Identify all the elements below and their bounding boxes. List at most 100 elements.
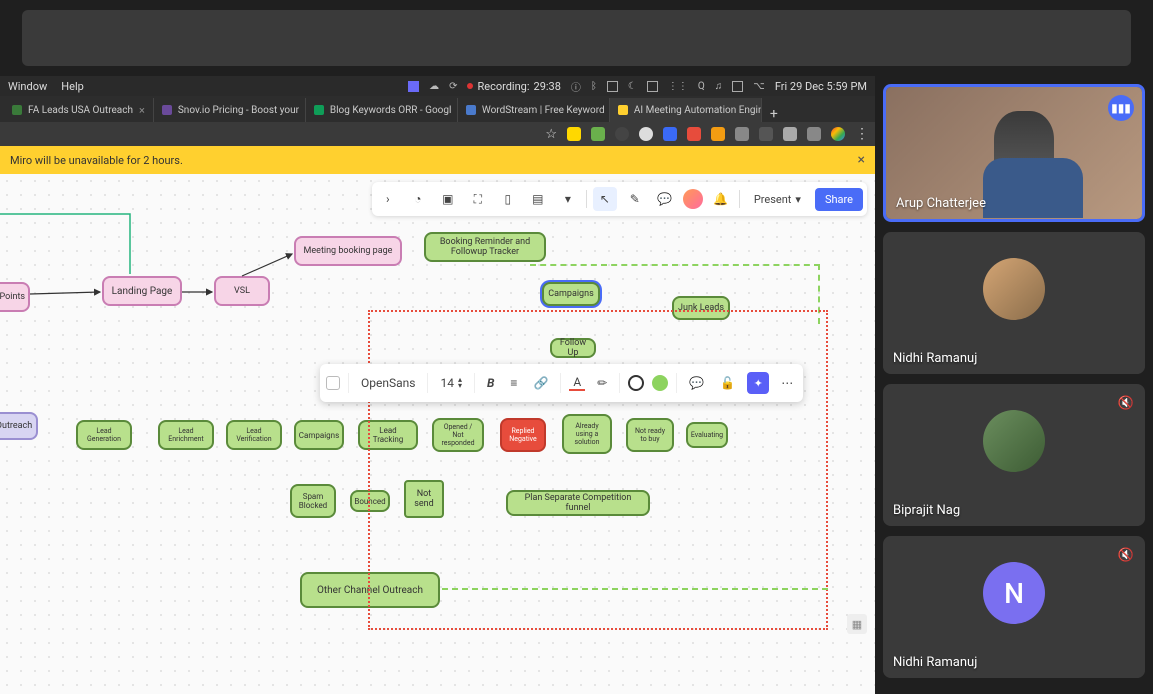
node-booking-reminder[interactable]: Booking Reminder and Followup Tracker — [424, 232, 546, 262]
node-vsl[interactable]: VSL — [214, 276, 270, 306]
ext-icon[interactable] — [759, 127, 773, 141]
user-avatar[interactable] — [683, 189, 703, 209]
ext-icon[interactable] — [783, 127, 797, 141]
screen-share-view: Window Help ☁ ⟳ Recording: 29:38 ⓘ ᛒ ☾ ⋮… — [0, 76, 875, 694]
map-toggle[interactable]: ▦ — [847, 614, 867, 634]
bell-icon[interactable]: 🔔 — [709, 187, 733, 211]
font-size[interactable]: 14 ▴▾ — [436, 376, 466, 390]
node-lead-gen[interactable]: Lead Generation — [76, 420, 132, 450]
tab-label: Blog Keywords ORR - Googl — [330, 105, 452, 116]
participant-tile[interactable]: 🔇 Biprajit Nag — [883, 384, 1145, 526]
ext-icon[interactable] — [591, 127, 605, 141]
bluetooth-icon[interactable]: ᛒ — [591, 81, 597, 92]
participant-name: Biprajit Nag — [883, 495, 1145, 526]
participant-name: Nidhi Ramanuj — [883, 343, 1145, 374]
timer-icon[interactable]: ◔ — [406, 187, 430, 211]
tab-ai-meeting[interactable]: AI Meeting Automation Engin× — [610, 98, 762, 122]
favicon-icon — [466, 105, 476, 115]
comment-icon[interactable]: 💬 — [653, 187, 677, 211]
participant-tile[interactable]: Nidhi Ramanuj — [883, 232, 1145, 374]
ext-icon[interactable] — [711, 127, 725, 141]
tab-snov[interactable]: Snov.io Pricing - Boost your× — [154, 98, 306, 122]
ext-icon[interactable] — [639, 127, 653, 141]
ext-icon[interactable] — [615, 127, 629, 141]
ext-icon[interactable] — [663, 127, 677, 141]
cursor-icon[interactable]: ↖ — [593, 187, 617, 211]
bold-icon[interactable]: B — [483, 376, 498, 390]
search-icon[interactable]: Q — [698, 81, 705, 92]
comment-icon[interactable]: 💬 — [685, 376, 708, 390]
node-spam-blocked[interactable]: Spam Blocked — [290, 484, 336, 518]
menu-icon[interactable] — [607, 81, 618, 92]
tab-blog-keywords[interactable]: Blog Keywords ORR - Googl× — [306, 98, 458, 122]
node-landing-page[interactable]: Landing Page — [102, 276, 182, 306]
note-icon[interactable]: ▤ — [526, 187, 550, 211]
display-icon[interactable] — [647, 81, 658, 92]
align-icon[interactable]: ≡ — [506, 376, 521, 390]
node-campaigns[interactable]: Campaigns — [294, 420, 344, 450]
miro-canvas[interactable]: › ◔ ▣ ⛶ ▯ ▤ ▾ ↖ ✎ 💬 🔔 Present ▾ Share — [0, 174, 875, 694]
datetime[interactable]: Fri 29 Dec 5:59 PM — [775, 80, 867, 93]
node-meeting-booking[interactable]: Meeting booking page — [294, 236, 402, 266]
lock-icon[interactable]: 🔓 — [716, 376, 739, 390]
doc-icon[interactable]: ▯ — [496, 187, 520, 211]
participant-tile-active[interactable]: ▮▮▮ Arup Chatterjee — [883, 84, 1145, 222]
avatar-icon[interactable] — [831, 127, 845, 141]
avatar — [983, 258, 1045, 320]
sync-icon[interactable]: ⟳ — [449, 81, 457, 92]
node-lead-enrich[interactable]: Lead Enrichment — [158, 420, 214, 450]
more-icon[interactable]: ⋯ — [777, 376, 797, 390]
tab-fa-leads[interactable]: FA Leads USA Outreach× — [4, 98, 154, 122]
node-outreach[interactable]: Outreach — [0, 412, 38, 440]
new-tab-button[interactable]: + — [762, 106, 786, 122]
link-icon[interactable]: 🔗 — [529, 376, 552, 390]
menu-window[interactable]: Window — [8, 80, 47, 93]
control-icon[interactable]: ⌥ — [753, 81, 765, 92]
ext-icon[interactable] — [807, 127, 821, 141]
menu-icon[interactable]: ⋮ — [855, 126, 869, 142]
highlight-icon[interactable]: ✏ — [593, 376, 611, 390]
menu-help[interactable]: Help — [61, 80, 84, 93]
headphone-icon[interactable]: ♫ — [715, 81, 723, 92]
cloud-icon[interactable]: ☁ — [429, 81, 439, 92]
speaking-icon: ▮▮▮ — [1108, 95, 1134, 121]
main-area: Window Help ☁ ⟳ Recording: 29:38 ⓘ ᛒ ☾ ⋮… — [0, 76, 1153, 694]
record-dot-icon — [467, 83, 473, 89]
participant-tile[interactable]: 🔇 N Nidhi Ramanuj — [883, 536, 1145, 678]
node-touchpoints[interactable]: achPoints — [0, 282, 30, 312]
present-button[interactable]: Present ▾ — [746, 193, 809, 206]
tab-wordstream[interactable]: WordStream | Free Keyword× — [458, 98, 610, 122]
recording-badge[interactable]: Recording: 29:38 — [467, 80, 560, 93]
checkbox-icon[interactable] — [326, 376, 340, 390]
stepper-icon[interactable]: ▴▾ — [458, 377, 462, 388]
battery-icon[interactable] — [732, 81, 743, 92]
fill-color[interactable] — [652, 375, 668, 391]
mute-icon: 🔇 — [1115, 392, 1137, 414]
share-button[interactable]: Share — [815, 188, 863, 211]
border-color[interactable] — [628, 375, 644, 391]
ai-button[interactable]: ✦ — [747, 372, 769, 394]
favicon-icon — [618, 105, 628, 115]
fullscreen-icon[interactable]: ⛶ — [466, 187, 490, 211]
ext-icon[interactable] — [735, 127, 749, 141]
expand-icon[interactable]: › — [376, 187, 400, 211]
wifi-icon[interactable]: ⋮⋮ — [668, 81, 688, 92]
font-select[interactable]: OpenSans — [357, 376, 419, 390]
favicon-icon — [12, 105, 22, 115]
recording-label: Recording: — [477, 80, 529, 93]
star-icon[interactable]: ☆ — [545, 127, 557, 142]
favicon-icon — [162, 105, 172, 115]
close-icon[interactable]: × — [858, 152, 865, 168]
ext-icon[interactable] — [567, 127, 581, 141]
close-icon[interactable]: × — [139, 104, 145, 117]
tray-icon[interactable] — [408, 81, 419, 92]
chevron-down-icon[interactable]: ▾ — [556, 187, 580, 211]
pen-icon[interactable]: ✎ — [623, 187, 647, 211]
frame-icon[interactable]: ▣ — [436, 187, 460, 211]
ext-icon[interactable] — [687, 127, 701, 141]
tab-label: WordStream | Free Keyword — [482, 105, 605, 116]
node-lead-verif[interactable]: Lead Verification — [226, 420, 282, 450]
moon-icon[interactable]: ☾ — [628, 81, 637, 92]
info-icon[interactable]: ⓘ — [571, 79, 581, 94]
text-color-icon[interactable]: A — [569, 375, 585, 391]
